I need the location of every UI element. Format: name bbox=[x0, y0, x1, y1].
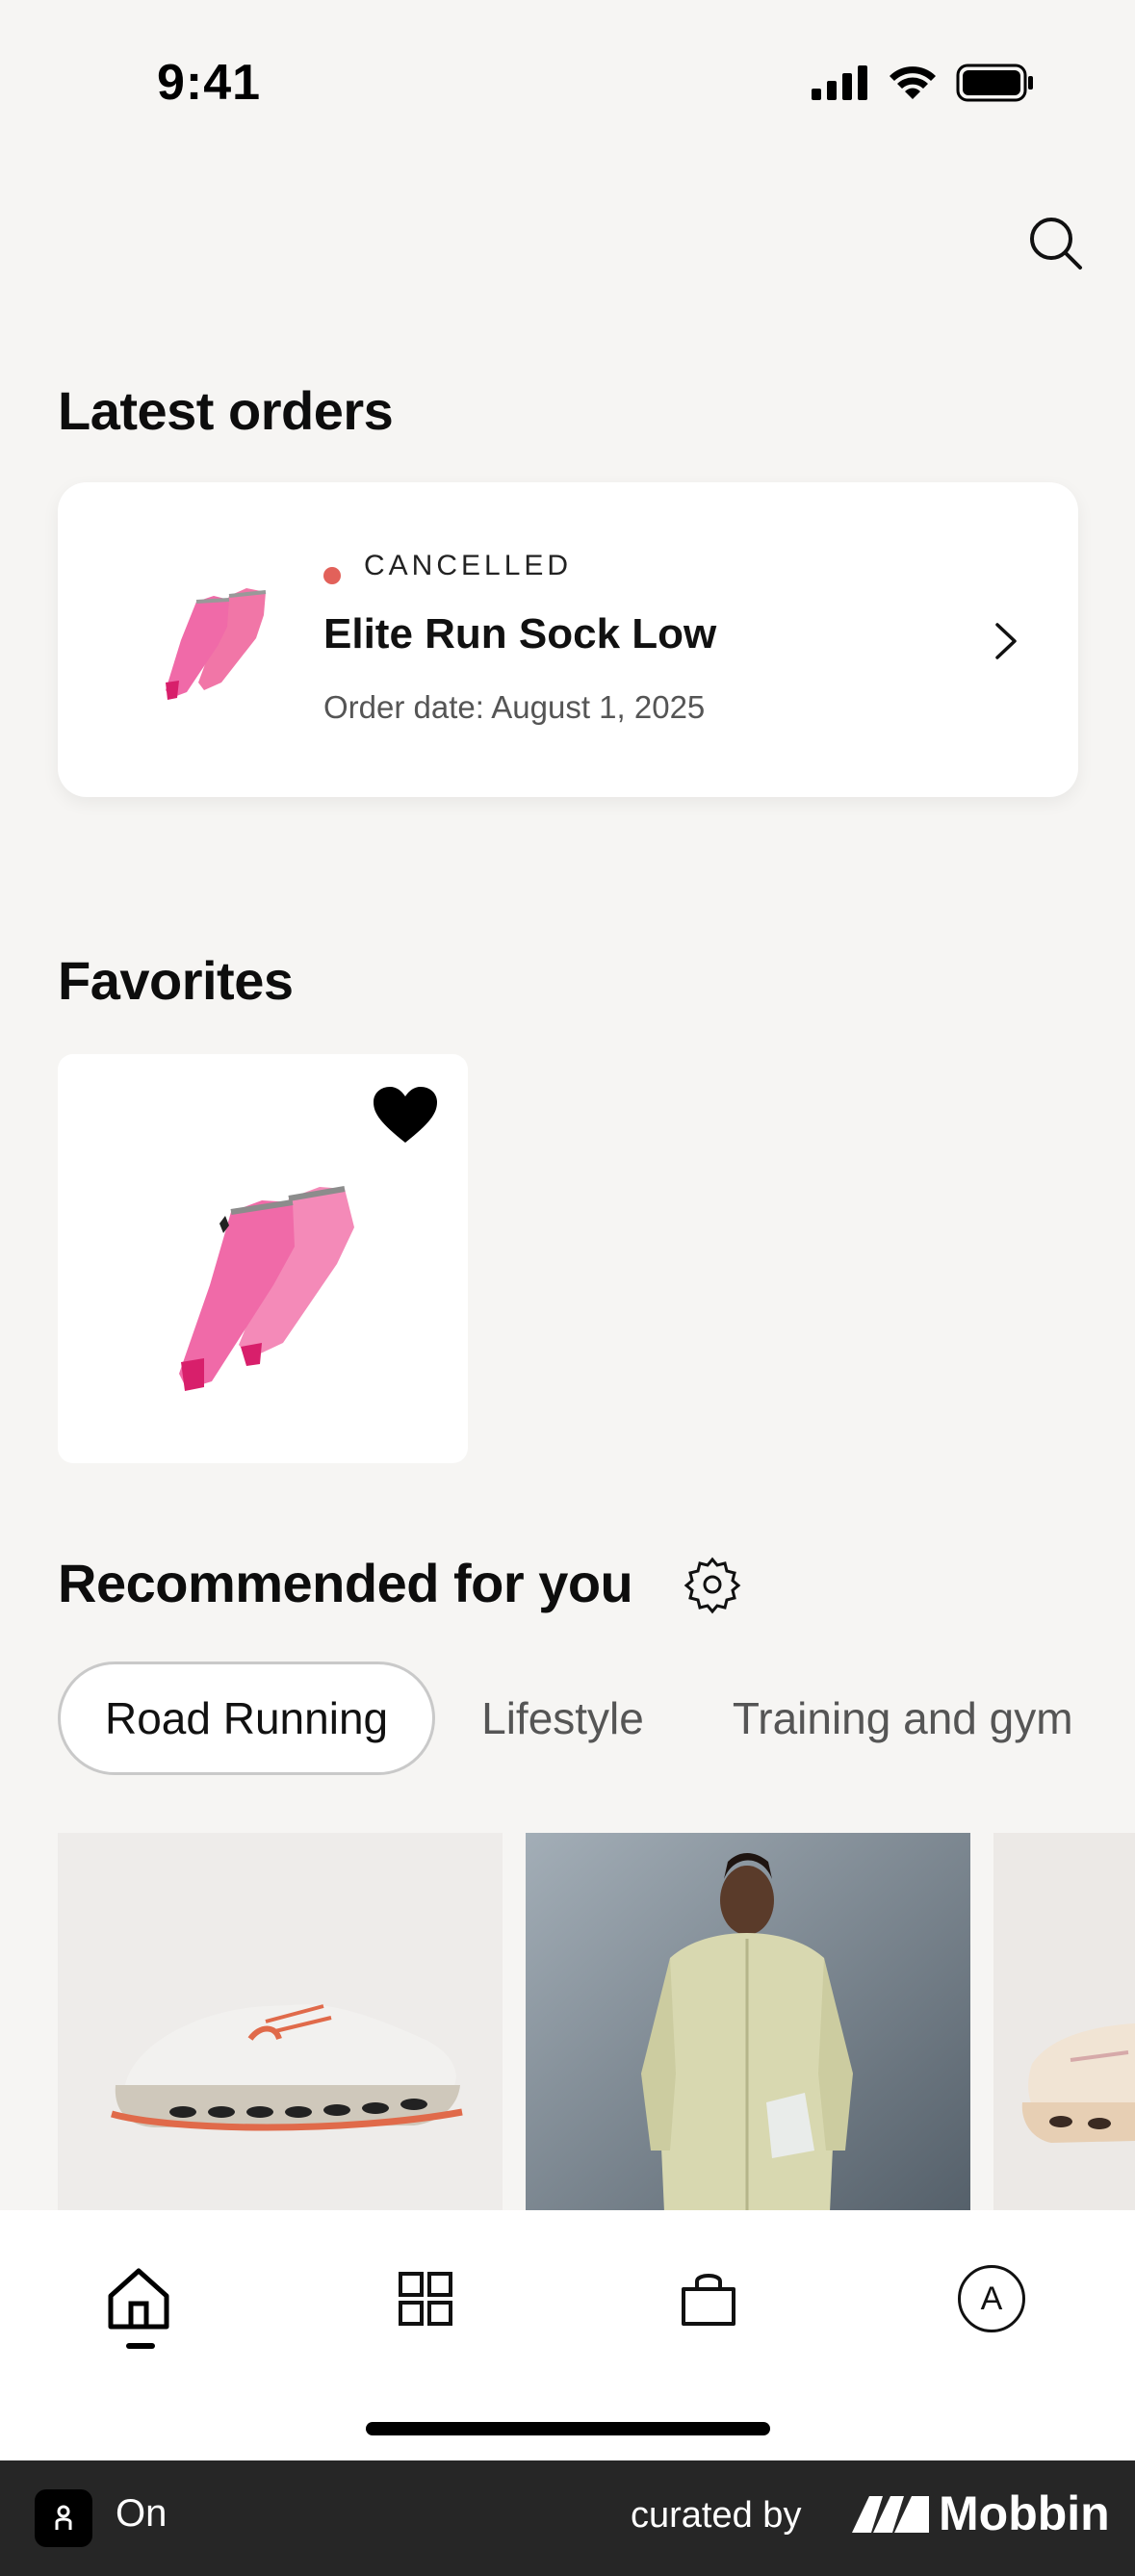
cellular-signal-icon bbox=[812, 65, 867, 100]
tab-bar: A bbox=[0, 2210, 1135, 2460]
credit-bar: On curated by Mobbin bbox=[0, 2460, 1135, 2576]
search-icon bbox=[1030, 218, 1082, 270]
order-date: Order date: August 1, 2025 bbox=[323, 689, 706, 725]
tab-home[interactable] bbox=[92, 2253, 185, 2345]
order-product-name: Elite Run Sock Low bbox=[323, 610, 717, 657]
battery-icon bbox=[956, 64, 1033, 102]
chip-lifestyle[interactable]: Lifestyle bbox=[435, 1662, 690, 1775]
latest-orders-title: Latest orders bbox=[58, 380, 394, 441]
search-button[interactable] bbox=[1022, 210, 1090, 277]
bag-icon bbox=[682, 2274, 735, 2326]
heart-filled-icon[interactable] bbox=[372, 1085, 439, 1146]
app-logo-icon bbox=[35, 2489, 92, 2547]
home-icon bbox=[108, 2268, 169, 2330]
mobbin-logo-icon bbox=[852, 2496, 929, 2533]
account-initial: A bbox=[980, 2280, 1003, 2317]
settings-gear-icon[interactable] bbox=[682, 1554, 743, 1615]
running-shoe-image bbox=[111, 2004, 463, 2131]
curated-by-label: curated by bbox=[631, 2495, 802, 2536]
status-icons bbox=[812, 64, 1035, 102]
favorite-product-card[interactable] bbox=[58, 1054, 468, 1463]
chip-training-gym[interactable]: Training and gym bbox=[690, 1662, 1120, 1775]
product-card-jacket[interactable] bbox=[526, 1833, 970, 2212]
app-name: On bbox=[116, 2492, 168, 2535]
wifi-icon bbox=[890, 66, 936, 99]
sock-thumbnail-image bbox=[166, 588, 267, 700]
tab-shop[interactable] bbox=[379, 2253, 472, 2345]
order-status: CANCELLED bbox=[364, 550, 573, 581]
home-indicator bbox=[366, 2422, 770, 2435]
chevron-right-icon bbox=[995, 623, 1017, 659]
active-tab-indicator bbox=[126, 2343, 155, 2349]
tab-account[interactable]: A bbox=[945, 2253, 1038, 2345]
status-time: 9:41 bbox=[157, 55, 262, 111]
order-card[interactable]: CANCELLED Elite Run Sock Low Order date:… bbox=[58, 482, 1078, 797]
product-card-shoe[interactable] bbox=[58, 1833, 503, 2212]
category-chips: Road Running Lifestyle Training and gym bbox=[58, 1662, 1120, 1775]
tab-bag[interactable] bbox=[662, 2253, 755, 2345]
favorites-title: Favorites bbox=[58, 950, 294, 1011]
running-shoe-image-2 bbox=[1021, 2023, 1135, 2143]
grid-icon bbox=[399, 2272, 452, 2326]
mobbin-brand: Mobbin bbox=[852, 2486, 1110, 2541]
account-icon: A bbox=[958, 2265, 1025, 2332]
recommended-title: Recommended for you bbox=[58, 1553, 633, 1613]
chip-road-running[interactable]: Road Running bbox=[58, 1662, 436, 1775]
mobbin-name: Mobbin bbox=[939, 2486, 1110, 2540]
product-card-shoe-2[interactable] bbox=[993, 1833, 1135, 2212]
status-dot bbox=[323, 567, 341, 584]
jacket-model-image bbox=[526, 1833, 970, 2212]
